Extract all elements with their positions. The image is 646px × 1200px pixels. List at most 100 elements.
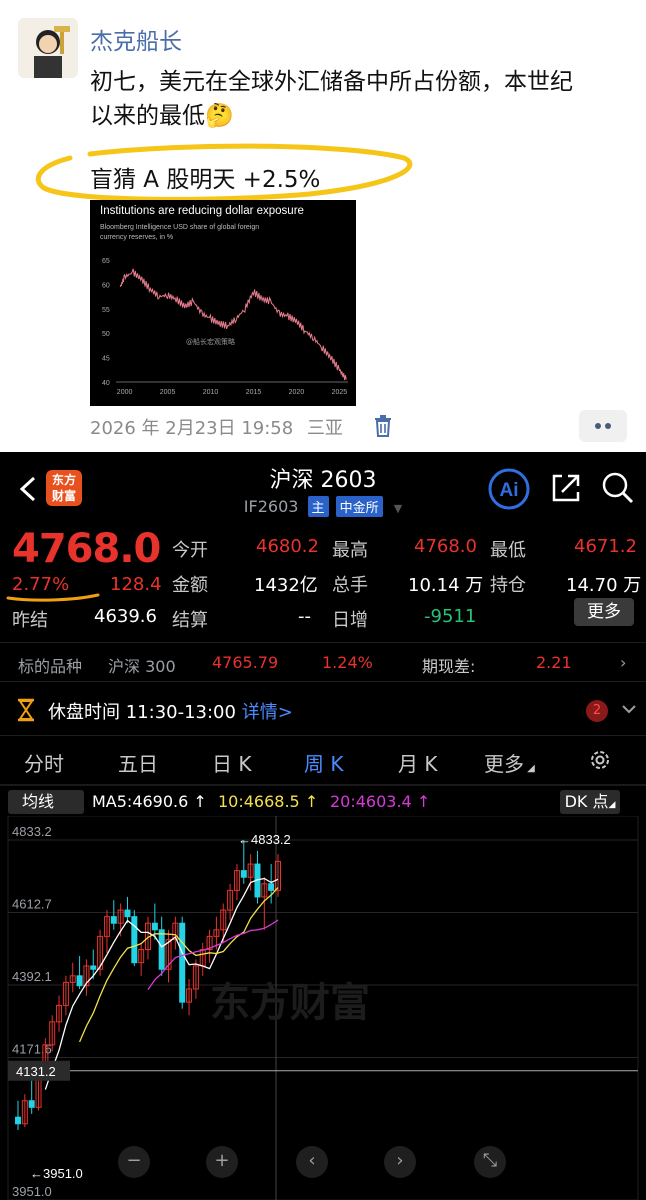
underlying-name: 沪深 300 — [108, 657, 176, 676]
y-tick-label: 45 — [102, 356, 110, 363]
timestamp: 2026 年 2月23日 19:58 — [90, 418, 294, 439]
ma10-value: 10:4668.5 ↑ — [218, 792, 319, 811]
nav-bar: 东方 财富 沪深 2603 IF2603 主 中金所 ▼ Ai — [0, 452, 646, 524]
basis-label: 期现差: — [422, 657, 476, 676]
post-more-button[interactable] — [579, 410, 627, 442]
x-tick-label: 2025 — [332, 389, 348, 396]
x-tick-label: 2020 — [289, 389, 305, 396]
underlying-pct: 1.24% — [322, 653, 373, 672]
scroll-right-button[interactable]: › — [384, 1146, 416, 1178]
trading-app: 东方 财富 沪深 2603 IF2603 主 中金所 ▼ Ai 4768.0 2.… — [0, 452, 646, 1200]
zoom-in-button[interactable]: + — [206, 1146, 238, 1178]
high-label: 最高 — [332, 540, 368, 561]
underlying-row[interactable]: 标的品种 沪深 300 4765.79 1.24% 期现差: 2.21 › — [0, 642, 646, 682]
scroll-left-button[interactable]: ‹ — [296, 1146, 328, 1178]
open-label: 今开 — [172, 540, 208, 561]
candle-body — [90, 965, 97, 970]
notice-text: 休盘时间 11:30-13:00 详情> — [48, 702, 293, 723]
share-icon[interactable] — [548, 470, 584, 506]
tab-weekly-k[interactable]: 周 K — [304, 748, 343, 777]
avatar[interactable] — [18, 18, 78, 78]
ma5-value: MA5:4690.6 ↑ — [92, 792, 207, 811]
y-tick-label: 40 — [102, 380, 110, 387]
post-meta: 2026 年 2月23日 19:58 三亚 — [90, 414, 343, 440]
y-tick-label: 50 — [102, 331, 110, 338]
underlying-value: 4765.79 — [212, 653, 279, 672]
quote-panel: 4768.0 2.77% 128.4 昨结 4639.6 今开 4680.2 最… — [0, 524, 646, 636]
chevron-down-icon[interactable] — [620, 700, 638, 718]
candle-body — [151, 922, 158, 931]
x-tick-label: 2015 — [246, 389, 262, 396]
chart-subtitle-line-2: currency reserves, in % — [100, 234, 173, 241]
cursor-label: 4131.2 — [16, 1064, 56, 1079]
trading-hours-notice[interactable]: 休盘时间 11:30-13:00 详情> 2 — [0, 684, 646, 736]
tab-monthly-k[interactable]: 月 K — [398, 748, 437, 777]
kline-chart[interactable]: 4833.24612.74392.14171.6东方财富←4833.2←3951… — [0, 816, 646, 1200]
ma-legend: 均线 MA5:4690.6 ↑ 10:4668.5 ↑ 20:4603.4 ↑ … — [0, 790, 646, 816]
author-name[interactable]: 杰克船长 — [90, 22, 182, 56]
daily-inc-value: -9511 — [424, 606, 477, 627]
open-interest-value: 14.70 万 — [566, 575, 642, 596]
x-tick-label: 2010 — [203, 389, 219, 396]
post-text-line-1: 初七，美元在全球外汇储备中所占份额，本世纪 — [90, 69, 573, 95]
candle-body — [110, 916, 117, 924]
chart-subtitle-line-1: Bloomberg Intelligence USD share of glob… — [100, 224, 259, 231]
chart-tabs: 分时 五日 日 K 周 K 月 K 更多 ◢ — [0, 740, 646, 784]
prev-close-label: 昨结 — [12, 610, 48, 631]
gear-icon[interactable] — [588, 748, 612, 772]
chart-watermark: @船长宏观策略 — [186, 337, 235, 346]
zoom-out-button[interactable]: − — [118, 1146, 150, 1178]
quote-more-button[interactable]: 更多 — [574, 598, 634, 626]
high-annotation: ←4833.2 — [238, 832, 291, 847]
y-axis-label: 4833.2 — [12, 824, 52, 839]
hourglass-icon — [16, 698, 36, 722]
chart-watermark: 东方财富 — [210, 980, 370, 1026]
notice-count-badge: 2 — [586, 700, 608, 722]
chart-title: Institutions are reducing dollar exposur… — [100, 205, 304, 217]
tab-five-day[interactable]: 五日 — [118, 748, 158, 777]
dropdown-caret-icon: ▼ — [393, 502, 403, 515]
volume-label: 总手 — [332, 575, 368, 596]
trash-icon[interactable] — [372, 414, 394, 438]
dollar-share-chart: Institutions are reducing dollar exposur… — [100, 205, 348, 396]
y-axis-label: 4612.7 — [12, 896, 52, 911]
candle-body — [179, 922, 186, 1003]
y-tick-label: 60 — [102, 282, 110, 289]
tab-intraday[interactable]: 分时 — [24, 748, 64, 777]
ai-assistant-icon[interactable]: Ai — [488, 468, 530, 510]
y-axis-bottom-label: 3951.0 — [12, 1184, 52, 1199]
search-icon[interactable] — [600, 470, 636, 506]
thinking-emoji-icon: 🤔 — [205, 103, 234, 129]
details-link[interactable]: 详情> — [242, 702, 293, 723]
fullscreen-button[interactable]: ⤡ — [474, 1146, 506, 1178]
tag-main: 主 — [307, 496, 329, 517]
amount-label: 金额 — [172, 575, 208, 596]
y-tick-label: 65 — [102, 258, 110, 265]
basis-value: 2.21 — [536, 653, 572, 672]
svg-text:Ai: Ai — [500, 480, 519, 501]
x-tick-label: 2000 — [117, 389, 133, 396]
open-value: 4680.2 — [256, 536, 319, 557]
post-image-chart[interactable]: Institutions are reducing dollar exposur… — [90, 200, 356, 406]
low-value: 4671.2 — [574, 536, 637, 557]
change-abs: 128.4 — [110, 574, 162, 595]
chart-controls: − + ‹ › ⤡ — [0, 1146, 646, 1186]
social-post: 杰克船长 初七，美元在全球外汇储备中所占份额，本世纪 以来的最低🤔 盲猜 A 股… — [0, 0, 646, 452]
tabs-divider — [0, 784, 646, 786]
settle-value: -- — [298, 606, 311, 627]
tab-more[interactable]: 更多 ◢ — [484, 748, 535, 777]
last-price: 4768.0 — [12, 526, 161, 572]
underlying-label: 标的品种 — [18, 657, 83, 676]
high-value: 4768.0 — [414, 536, 477, 557]
candle-body — [268, 883, 275, 891]
x-tick-label: 2005 — [160, 389, 176, 396]
location: 三亚 — [306, 418, 343, 439]
dk-point-toggle[interactable]: DK 点◢ — [560, 790, 620, 814]
candle-body — [240, 870, 247, 878]
tag-exchange: 中金所 — [335, 496, 383, 517]
tab-daily-k[interactable]: 日 K — [212, 748, 251, 777]
ma20-value: 20:4603.4 ↑ — [330, 792, 431, 811]
daily-inc-label: 日增 — [332, 610, 368, 631]
candle-body — [124, 909, 131, 918]
ma-selector[interactable]: 均线 — [8, 790, 84, 814]
